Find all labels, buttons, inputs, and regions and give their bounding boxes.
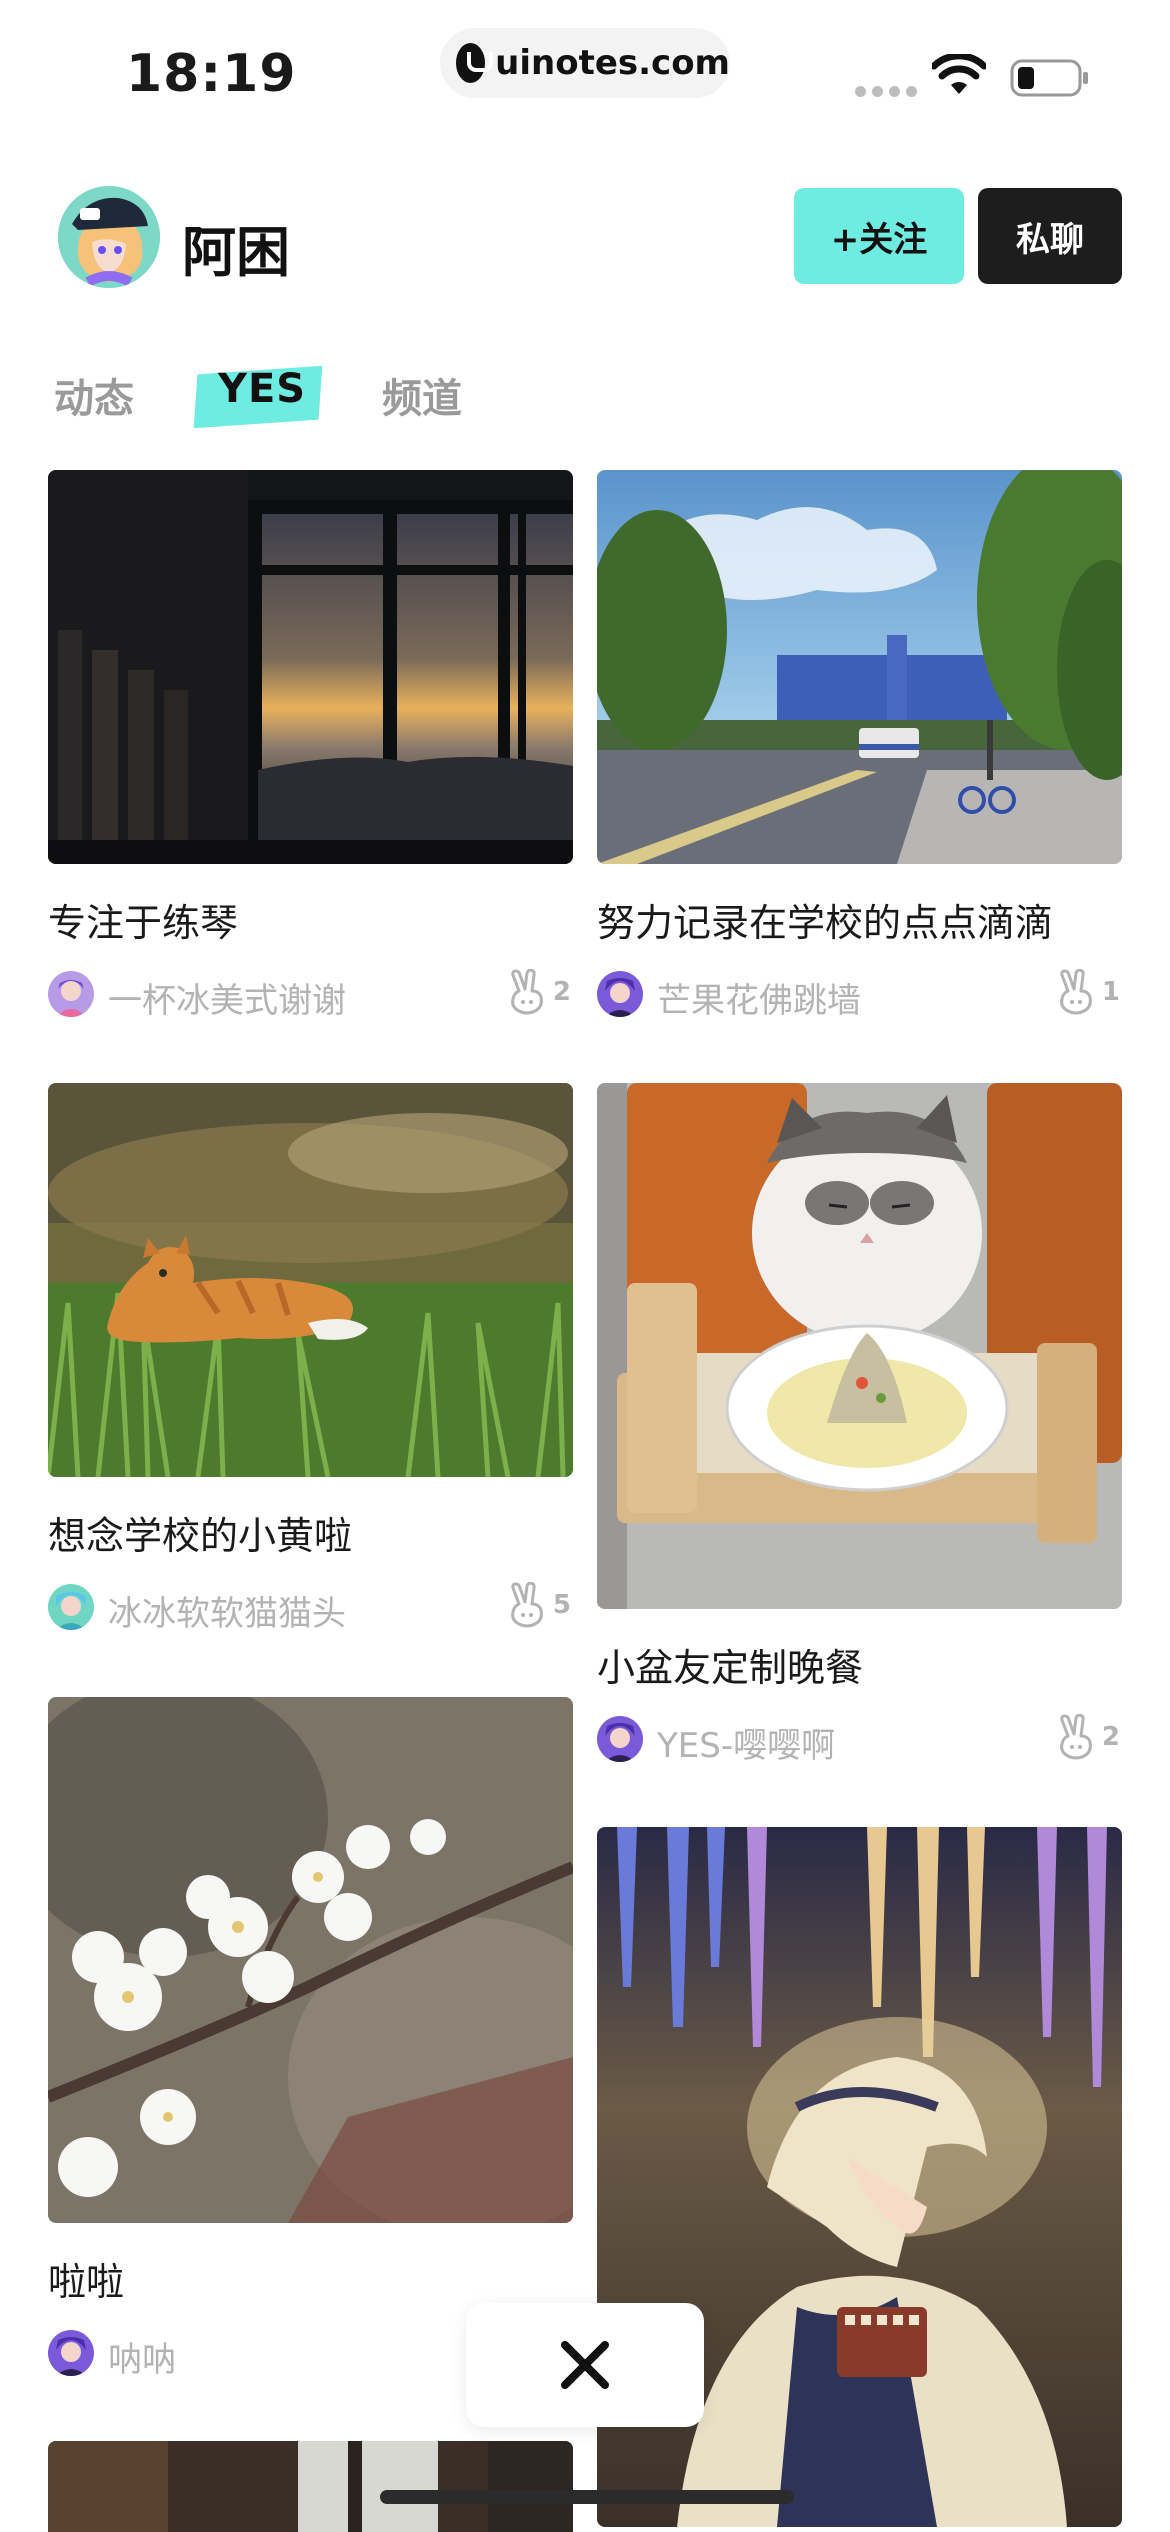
post-title: 想念学校的小黄啦 (48, 1514, 353, 1558)
post-meta: 芒果花佛跳墙 1 (597, 969, 1122, 1021)
author-name: 冰冰软软猫猫头 (108, 1594, 346, 1634)
post-meta: YES-嘤嘤啊 2 (597, 1714, 1122, 1766)
post-card[interactable]: 想念学校的小黄啦 冰冰软软猫猫头 5 (48, 1083, 573, 1634)
like-count: 2 (1101, 1722, 1120, 1752)
profile-header: 阿困 +关注 私聊 (0, 180, 1170, 300)
author-avatar[interactable] (48, 971, 94, 1017)
status-time: 18:19 (126, 44, 297, 104)
profile-avatar[interactable] (58, 186, 160, 288)
like-counter[interactable]: 5 (507, 1582, 571, 1628)
profile-tabs: 动态 YES 频道 (0, 356, 1170, 436)
wifi-icon (932, 54, 986, 94)
author-name: YES-嘤嘤啊 (657, 1726, 836, 1766)
battery-icon (1010, 59, 1088, 97)
tab-dynamics[interactable]: 动态 (54, 366, 134, 424)
author-name: 芒果花佛跳墙 (657, 981, 861, 1021)
victory-hand-icon (1060, 969, 1092, 1015)
post-image (597, 470, 1122, 864)
tab-yes[interactable]: YES (193, 365, 323, 429)
home-indicator[interactable] (380, 2490, 794, 2504)
site-logo-icon (456, 43, 494, 83)
url-pill[interactable]: uinotes.com (440, 28, 730, 98)
author-name: 一杯冰美式谢谢 (108, 981, 346, 1021)
like-count: 5 (552, 1590, 571, 1620)
like-count: 2 (552, 977, 571, 1007)
url-text: uinotes.com (495, 43, 730, 83)
author-avatar[interactable] (48, 2330, 94, 2376)
author-avatar[interactable] (48, 1584, 94, 1630)
post-card[interactable]: 努力记录在学校的点点滴滴 芒果花佛跳墙 1 (597, 470, 1122, 1021)
post-card[interactable] (48, 2441, 573, 2532)
author-avatar[interactable] (597, 971, 643, 1017)
post-image (597, 1083, 1122, 1609)
like-count: 1 (1101, 977, 1120, 1007)
close-icon (561, 2341, 609, 2389)
like-counter[interactable]: 2 (507, 969, 571, 1015)
victory-hand-icon (1060, 1714, 1092, 1760)
victory-hand-icon (511, 969, 543, 1015)
status-bar: 18:19 uinotes.com (0, 0, 1170, 140)
author-name: 呐呐 (108, 2340, 176, 2380)
author-avatar[interactable] (597, 1716, 643, 1762)
like-counter[interactable]: 2 (1056, 1714, 1120, 1760)
like-counter[interactable]: 1 (1056, 969, 1120, 1015)
post-image (48, 1697, 573, 2223)
post-title: 努力记录在学校的点点滴滴 (597, 901, 1054, 945)
post-image (48, 2441, 573, 2532)
post-image (48, 470, 573, 864)
follow-button[interactable]: +关注 (794, 188, 964, 284)
tab-yes-label: YES (218, 366, 307, 412)
victory-hand-icon (511, 1582, 543, 1628)
post-meta: 冰冰软软猫猫头 5 (48, 1582, 573, 1634)
post-image (48, 1083, 573, 1477)
signal-icon (855, 86, 917, 97)
post-title: 专注于练琴 (48, 901, 239, 945)
post-card[interactable]: 小盆友定制晚餐 YES-嘤嘤啊 2 (597, 1083, 1122, 1766)
post-meta: 一杯冰美式谢谢 2 (48, 969, 573, 1021)
close-button[interactable] (466, 2303, 704, 2427)
post-card[interactable]: 专注于练琴 一杯冰美式谢谢 2 (48, 470, 573, 1021)
tab-channels[interactable]: 频道 (382, 366, 462, 424)
post-card[interactable]: 啦啦 呐呐 (48, 1697, 573, 2380)
profile-name: 阿困 (182, 221, 290, 284)
post-title: 小盆友定制晚餐 (597, 1646, 864, 1690)
post-title: 啦啦 (48, 2260, 125, 2304)
private-chat-button[interactable]: 私聊 (978, 188, 1122, 284)
